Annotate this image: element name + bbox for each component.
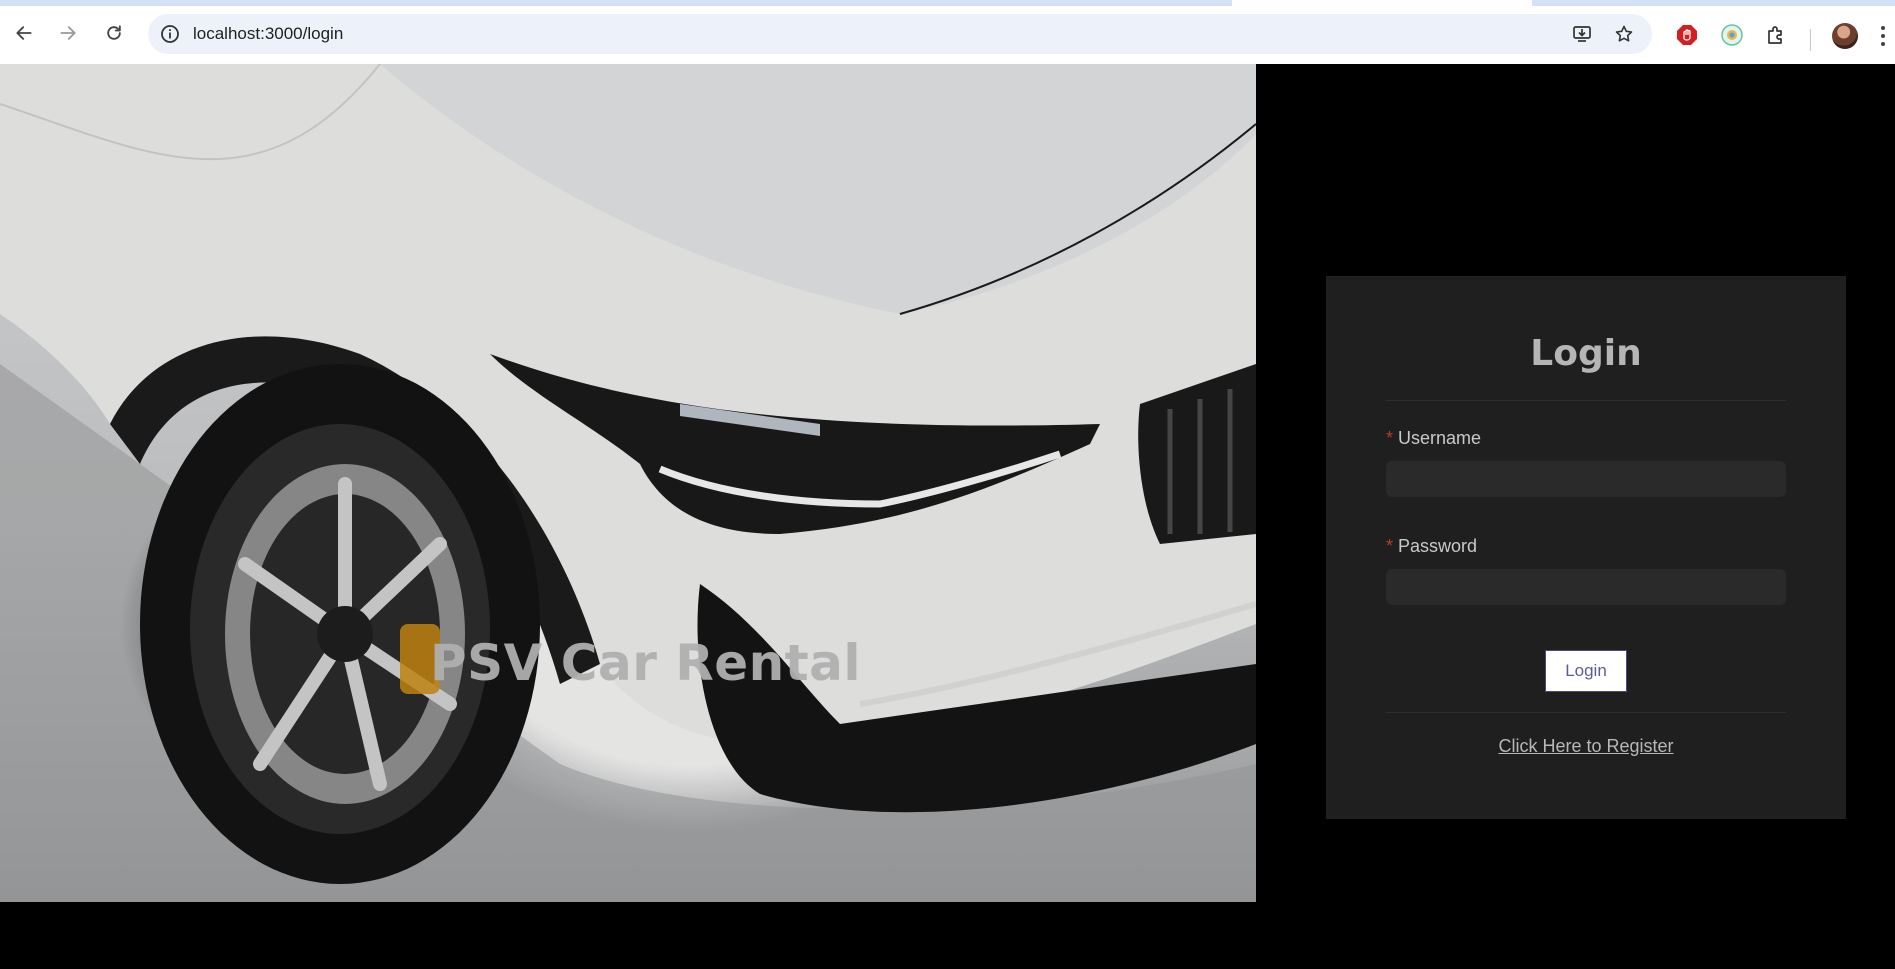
car-illustration xyxy=(0,64,1256,902)
reload-button[interactable] xyxy=(102,21,126,45)
address-bar[interactable]: localhost:3000/login xyxy=(148,14,1652,54)
back-button[interactable] xyxy=(12,21,36,45)
install-app-icon[interactable] xyxy=(1572,24,1592,44)
back-arrow-icon xyxy=(16,26,32,40)
browser-toolbar: localhost:3000/login xyxy=(0,6,1895,64)
hero-car-image: PSV Car Rental xyxy=(0,64,1256,902)
login-button[interactable]: Login xyxy=(1545,650,1627,692)
forward-button[interactable] xyxy=(56,21,80,45)
forward-arrow-icon xyxy=(60,26,76,40)
password-label: * Password xyxy=(1386,537,1477,555)
kebab-menu-icon[interactable] xyxy=(1880,25,1886,47)
username-input[interactable] xyxy=(1386,461,1786,497)
site-info-icon[interactable] xyxy=(160,24,180,44)
username-label-text: Username xyxy=(1398,428,1482,448)
reload-icon xyxy=(107,25,121,40)
profile-avatar[interactable] xyxy=(1832,23,1858,49)
adblock-icon[interactable] xyxy=(1675,23,1699,47)
extension-icon[interactable] xyxy=(1720,23,1744,47)
bookmark-star-icon[interactable] xyxy=(1614,24,1634,44)
password-label-text: Password xyxy=(1398,536,1478,556)
login-title: Login xyxy=(1530,333,1642,374)
register-link[interactable]: Click Here to Register xyxy=(1326,736,1846,757)
hero-title: PSV Car Rental xyxy=(430,634,862,692)
toolbar-divider xyxy=(1810,29,1811,51)
title-divider xyxy=(1386,400,1786,401)
login-card: Login * Username * Password Login Click He… xyxy=(1326,276,1846,819)
password-input[interactable] xyxy=(1386,569,1786,605)
url-text[interactable]: localhost:3000/login xyxy=(193,14,343,54)
puzzle-extensions-icon[interactable] xyxy=(1764,23,1788,47)
username-label: * Username xyxy=(1386,429,1481,447)
required-mark: * xyxy=(1386,536,1394,556)
button-divider xyxy=(1386,712,1786,713)
required-mark: * xyxy=(1386,428,1394,448)
